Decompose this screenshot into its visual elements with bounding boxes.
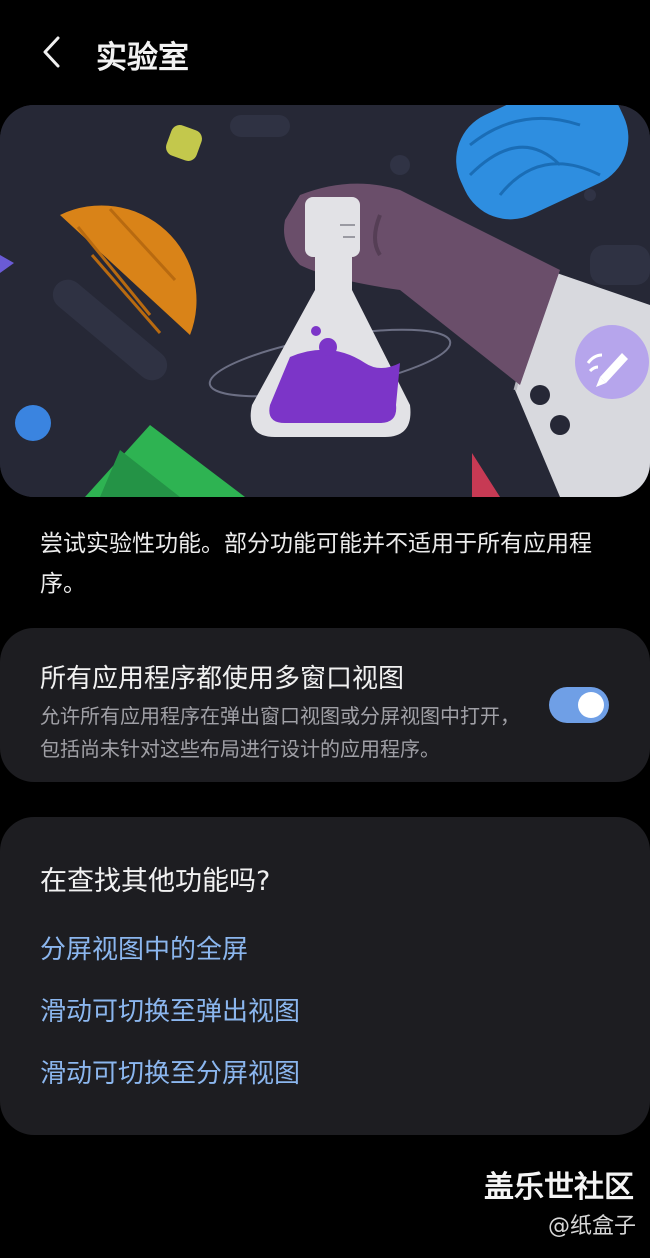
- watermark-community: 盖乐世社区: [484, 1170, 634, 1205]
- multi-window-toggle[interactable]: [549, 687, 609, 723]
- back-button[interactable]: [32, 30, 76, 74]
- toggle-knob: [578, 692, 604, 718]
- link-swipe-split[interactable]: 滑动可切换至分屏视图: [40, 1053, 300, 1090]
- labs-illustration: [0, 105, 650, 497]
- header: 实验室: [0, 0, 650, 105]
- more-features-title: 在查找其他功能吗?: [40, 866, 271, 897]
- more-features-card: 在查找其他功能吗? 分屏视图中的全屏 滑动可切换至弹出视图 滑动可切换至分屏视图: [0, 817, 650, 1135]
- page-title: 实验室: [96, 40, 189, 76]
- pencil-badge: [575, 325, 649, 399]
- chevron-left-icon: [43, 36, 60, 68]
- intro-text: 尝试实验性功能。部分功能可能并不适用于所有应用程序。: [40, 531, 592, 597]
- multi-window-description: 允许所有应用程序在弹出窗口视图或分屏视图中打开，包括尚未针对这些布局进行设计的应…: [40, 704, 520, 761]
- multi-window-title: 所有应用程序都使用多窗口视图: [40, 664, 405, 694]
- watermark-author: @纸盒子: [547, 1214, 636, 1239]
- link-split-fullscreen[interactable]: 分屏视图中的全屏: [40, 929, 248, 966]
- link-swipe-popup[interactable]: 滑动可切换至弹出视图: [40, 991, 300, 1028]
